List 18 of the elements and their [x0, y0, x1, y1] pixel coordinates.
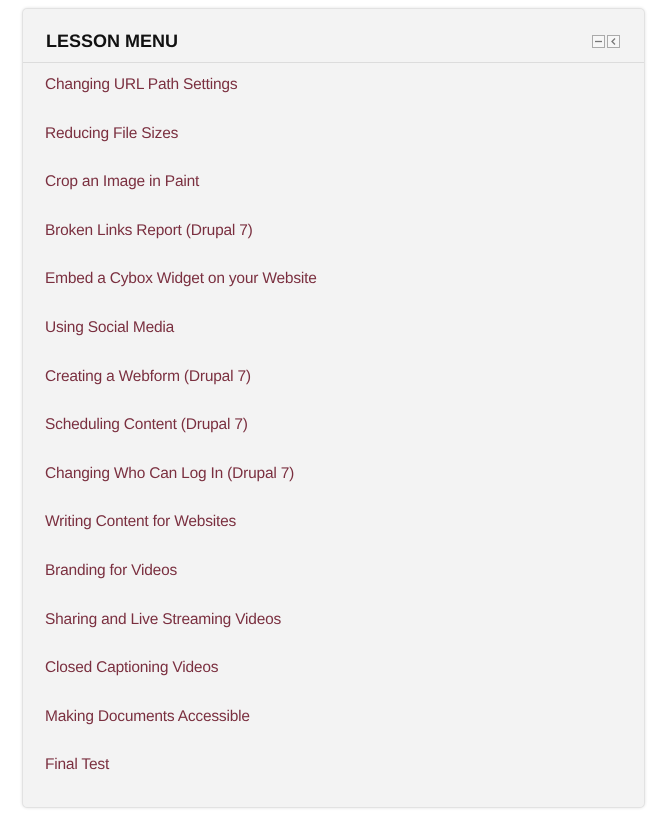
lesson-link[interactable]: Final Test [45, 755, 110, 776]
lesson-link[interactable]: Closed Captioning Videos [45, 658, 218, 678]
lesson-link[interactable]: Reducing File Sizes [45, 124, 178, 144]
lesson-link[interactable]: Making Documents Accessible [45, 706, 250, 727]
lesson-link[interactable]: Changing Who Can Log In (Drupal 7) [45, 464, 294, 484]
lesson-link[interactable]: Changing URL Path Settings [45, 75, 238, 95]
panel-title: LESSON MENU [46, 31, 178, 52]
lesson-link[interactable]: Broken Links Report (Drupal 7) [45, 220, 253, 241]
lesson-link[interactable]: Embed a Cybox Widget on your Website [45, 269, 317, 290]
lesson-link[interactable]: Branding for Videos [45, 560, 178, 581]
lesson-link[interactable]: Scheduling Content (Drupal 7) [45, 415, 248, 436]
lesson-link[interactable]: Using Social Media [45, 318, 174, 338]
lesson-link[interactable]: Sharing and Live Streaming Videos [45, 610, 282, 630]
lesson-link[interactable]: Creating a Webform (Drupal 7) [45, 366, 251, 387]
minimize-icon[interactable] [592, 35, 605, 48]
lesson-link[interactable]: Writing Content for Websites [45, 512, 236, 532]
lesson-link[interactable]: Crop an Image in Paint [45, 172, 200, 192]
collapse-left-icon[interactable] [607, 35, 620, 48]
